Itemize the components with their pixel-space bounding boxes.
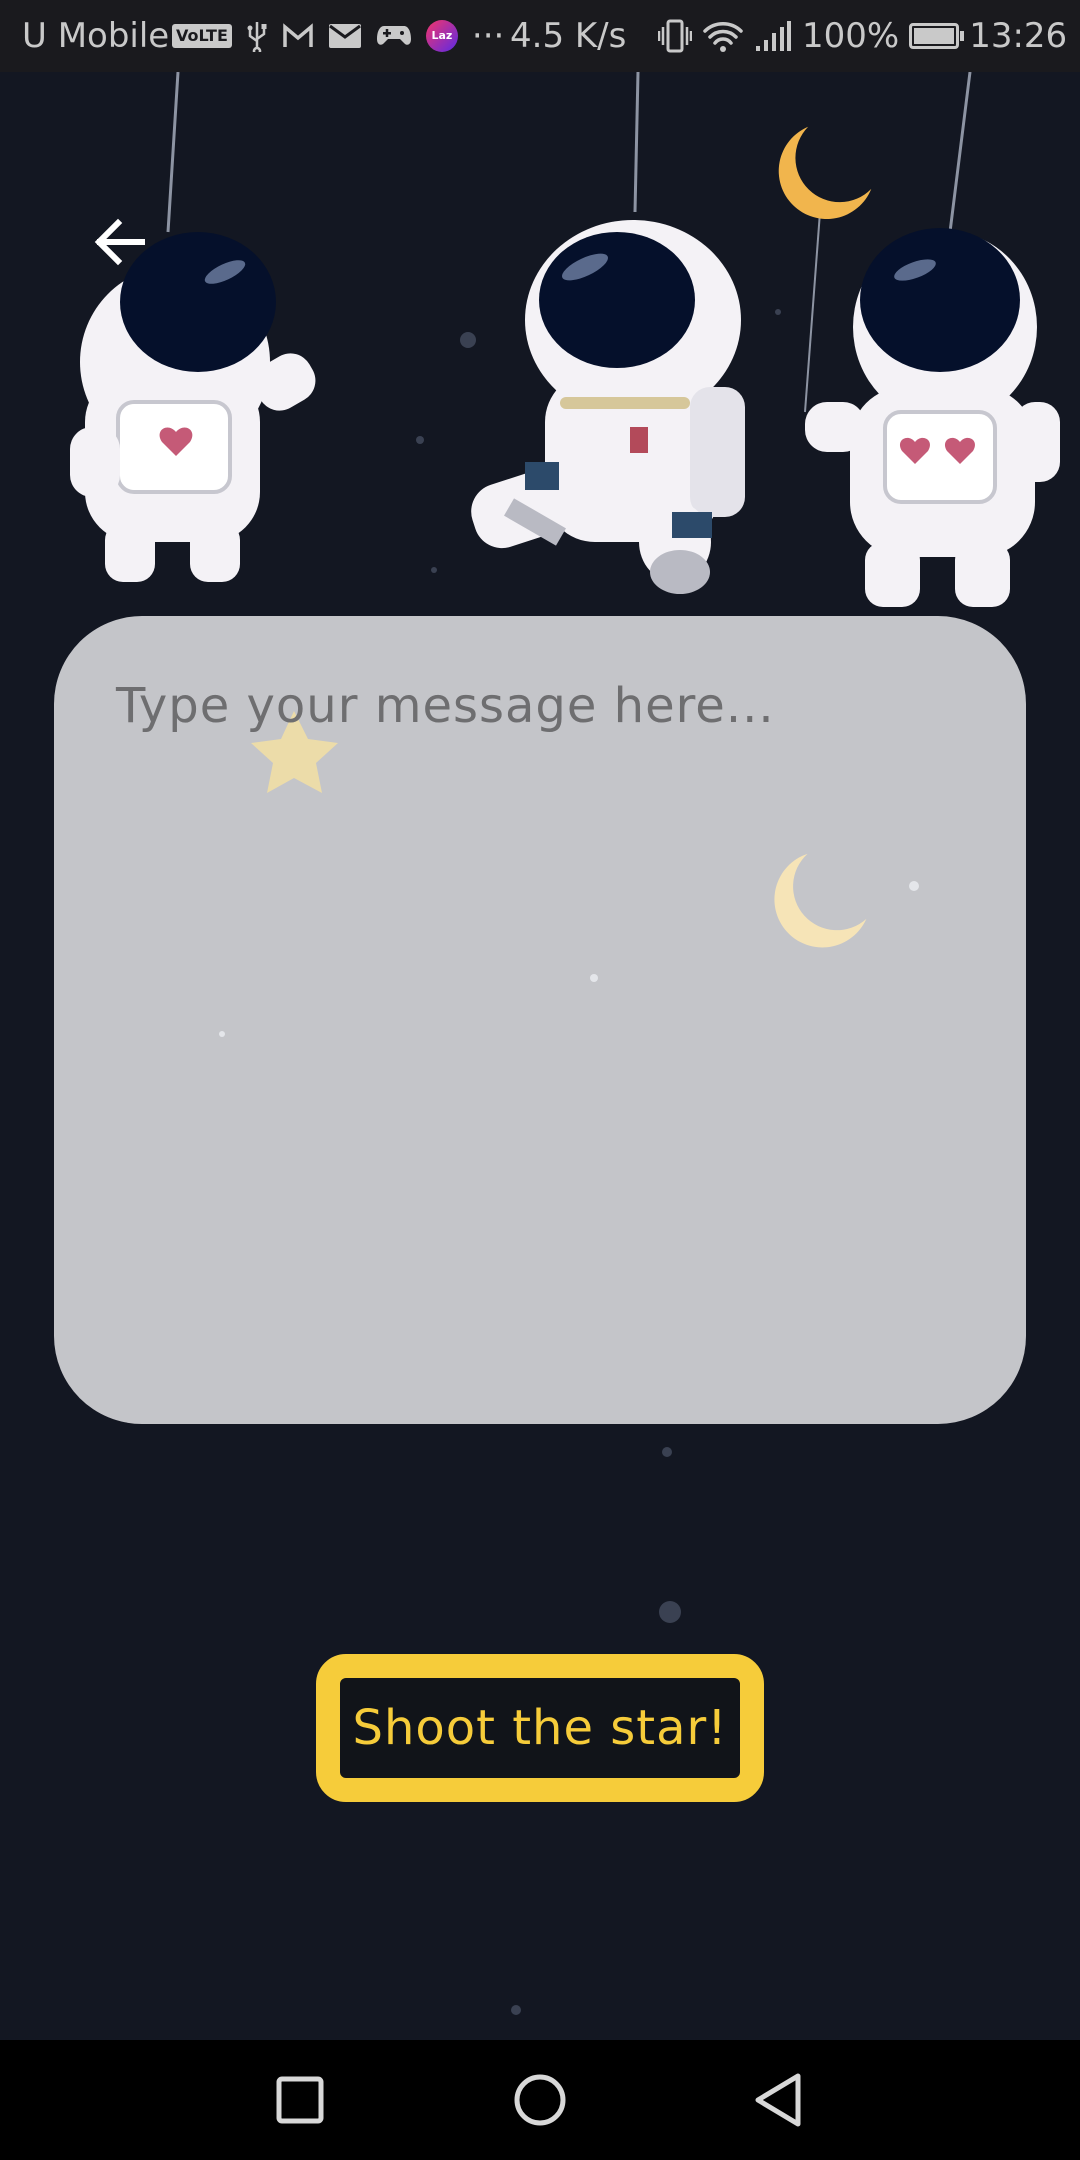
notification-icons: VoLTE Laz ··· bbox=[172, 0, 504, 72]
battery-icon bbox=[909, 23, 965, 49]
lazada-icon: Laz bbox=[425, 20, 458, 52]
wifi-icon bbox=[703, 22, 743, 52]
recent-apps-button[interactable] bbox=[260, 2060, 340, 2140]
usb-icon bbox=[247, 22, 267, 52]
back-button[interactable] bbox=[80, 202, 160, 282]
triangle-back-icon bbox=[755, 2073, 801, 2127]
message-input[interactable] bbox=[114, 676, 970, 1370]
arrow-left-icon bbox=[94, 218, 145, 266]
battery-percent: 100% bbox=[802, 16, 900, 56]
network-speed: 4.5 K/s bbox=[510, 16, 627, 56]
astronaut-middle bbox=[471, 220, 745, 594]
system-indicators: 100% 13:26 bbox=[658, 0, 1067, 72]
system-back-button[interactable] bbox=[740, 2060, 820, 2140]
astronaut-artwork bbox=[70, 71, 1060, 607]
home-button[interactable] bbox=[500, 2060, 580, 2140]
astronaut-right bbox=[805, 228, 1060, 607]
shoot-star-label: Shoot the star! bbox=[352, 1700, 728, 1756]
carrier-label: U Mobile bbox=[22, 16, 170, 56]
vibrate-icon bbox=[658, 19, 692, 53]
game-controller-icon bbox=[376, 26, 411, 45]
clock: 13:26 bbox=[969, 16, 1068, 56]
gmail-icon bbox=[283, 23, 313, 47]
square-recent-icon bbox=[276, 2076, 324, 2124]
shoot-star-button[interactable]: Shoot the star! bbox=[316, 1654, 764, 1802]
astronaut-illustration bbox=[0, 71, 1080, 612]
volte-icon: VoLTE bbox=[172, 24, 232, 48]
mail-icon bbox=[328, 24, 361, 48]
signal-icon bbox=[756, 21, 791, 51]
circle-home-icon bbox=[514, 2074, 566, 2126]
astronaut-left bbox=[70, 232, 316, 582]
navigation-bar bbox=[0, 2040, 1080, 2160]
more-indicator: ··· bbox=[471, 16, 505, 56]
status-bar: U Mobile VoLTE Laz ··· 4.5 K/s 100% 13:2… bbox=[0, 0, 1080, 72]
message-card bbox=[54, 616, 1026, 1424]
